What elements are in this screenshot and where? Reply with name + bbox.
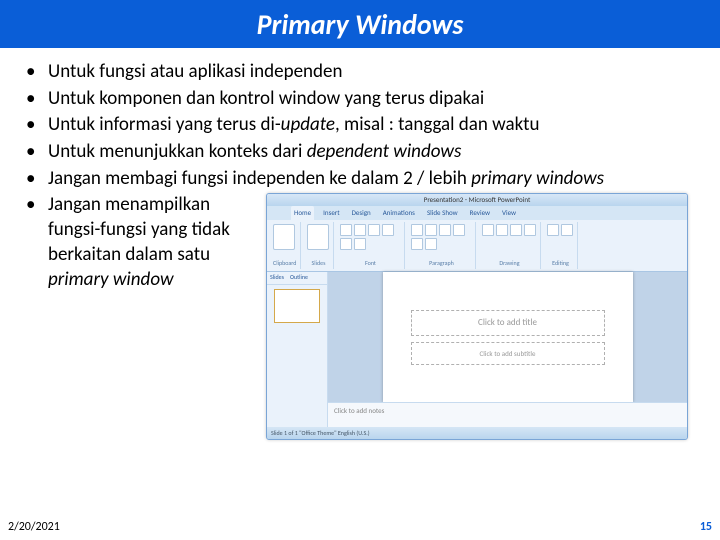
tab-design: Design: [349, 206, 374, 219]
font-icon: [354, 224, 366, 236]
shape-icon: [496, 224, 508, 236]
ribbon-label: Slides: [307, 260, 329, 268]
para-icon: [411, 238, 423, 250]
powerpoint-screenshot: Presentation2 - Microsoft PowerPoint Hom…: [266, 193, 688, 440]
list-item: Untuk komponen dan kontrol window yang t…: [40, 87, 710, 112]
font-icon: [340, 238, 352, 250]
list-item: Untuk informasi yang terus di-update, mi…: [40, 113, 710, 138]
subtitle-placeholder: Click to add subtitle: [411, 342, 605, 365]
bullet-list: Untuk fungsi atau aplikasi independen Un…: [10, 60, 710, 440]
tab-outline: Outline: [287, 272, 311, 284]
ribbon-label: Editing: [547, 260, 573, 268]
ribbon-label: Paragraph: [411, 260, 471, 268]
bullet-text: Jangan menampilkan fungsi-fungsi yang ti…: [48, 193, 230, 265]
bullet-text: Jangan membagi fungsi independen ke dala…: [48, 167, 471, 190]
footer-date: 2/20/2021: [8, 520, 60, 534]
ppt-titlebar: Presentation2 - Microsoft PowerPoint: [267, 194, 687, 206]
para-icon: [425, 238, 437, 250]
tab-view: View: [499, 206, 519, 219]
slide-panel: Slides Outline: [267, 272, 328, 427]
ribbon-label: Font: [340, 260, 400, 268]
footer-page-number: 15: [700, 520, 712, 534]
bullet-text: , misal : tanggal dan waktu: [335, 113, 540, 136]
slide-content: Untuk fungsi atau aplikasi independen Un…: [0, 48, 720, 440]
slide-header: Primary Windows: [0, 0, 720, 48]
bullet-text: Untuk fungsi atau aplikasi independen: [48, 60, 342, 83]
tab-animations: Animations: [380, 206, 418, 219]
tab-home: Home: [291, 206, 314, 219]
ribbon-group: Slides: [303, 222, 334, 270]
bullet-text: Untuk menunjukkan konteks dari: [48, 140, 307, 163]
ribbon: Clipboard Slides Font Paragraph: [267, 220, 687, 273]
slide-canvas-area: Click to add title Click to add subtitle: [328, 272, 687, 402]
sidebar-tabs: Slides Outline: [267, 272, 327, 285]
para-icon: [439, 224, 451, 236]
ribbon-group: Paragraph: [407, 222, 476, 270]
shape-icon: [510, 224, 522, 236]
list-item: Jangan membagi fungsi independen ke dala…: [40, 167, 710, 192]
tab-insert: Insert: [320, 206, 342, 219]
font-icon: [340, 224, 352, 236]
find-icon: [547, 224, 559, 236]
paste-icon: [273, 224, 295, 250]
ppt-body: Slides Outline Click to add title Click …: [267, 272, 687, 427]
list-item: Jangan menampilkan fungsi-fungsi yang ti…: [40, 193, 710, 440]
new-slide-icon: [307, 224, 329, 250]
font-icon: [368, 224, 380, 236]
slide-editor: Click to add title Click to add subtitle…: [328, 272, 687, 427]
shape-icon: [482, 224, 494, 236]
bullet-text-italic: primary windows: [471, 167, 604, 190]
shape-icon: [524, 224, 536, 236]
slide-title: Primary Windows: [257, 7, 464, 42]
ribbon-group: Clipboard: [269, 222, 301, 270]
title-placeholder: Click to add title: [411, 310, 605, 336]
font-icon: [382, 224, 394, 236]
list-item: Untuk fungsi atau aplikasi independen: [40, 60, 710, 85]
bullet-text: Untuk informasi yang terus di-: [48, 113, 281, 136]
bullet-text-italic: primary window: [48, 268, 174, 291]
replace-icon: [561, 224, 573, 236]
ribbon-group: Drawing: [478, 222, 541, 270]
tab-slideshow: Slide Show: [424, 206, 461, 219]
para-icon: [411, 224, 423, 236]
slide-canvas: Click to add title Click to add subtitle: [383, 272, 633, 402]
notes-pane: Click to add notes: [328, 402, 687, 427]
bullet-text-italic: dependent windows: [307, 140, 462, 163]
tab-slides: Slides: [267, 272, 287, 284]
ribbon-label: Drawing: [482, 260, 536, 268]
list-item: Untuk menunjukkan konteks dari dependent…: [40, 140, 710, 165]
ribbon-tabs: Home Insert Design Animations Slide Show…: [267, 206, 687, 219]
para-icon: [425, 224, 437, 236]
bullet-text: Untuk komponen dan kontrol window yang t…: [48, 87, 484, 110]
slide-footer: 2/20/2021 15: [0, 520, 720, 534]
bullet-text-italic: update: [281, 113, 335, 136]
ribbon-label: Clipboard: [273, 260, 296, 268]
status-bar: Slide 1 of 1 "Office Theme" English (U.S…: [267, 427, 687, 439]
slide-thumbnail: [274, 289, 320, 323]
font-icon: [354, 238, 366, 250]
tab-review: Review: [467, 206, 493, 219]
para-icon: [453, 224, 465, 236]
ribbon-group: Editing: [543, 222, 578, 270]
ribbon-group: Font: [336, 222, 405, 270]
